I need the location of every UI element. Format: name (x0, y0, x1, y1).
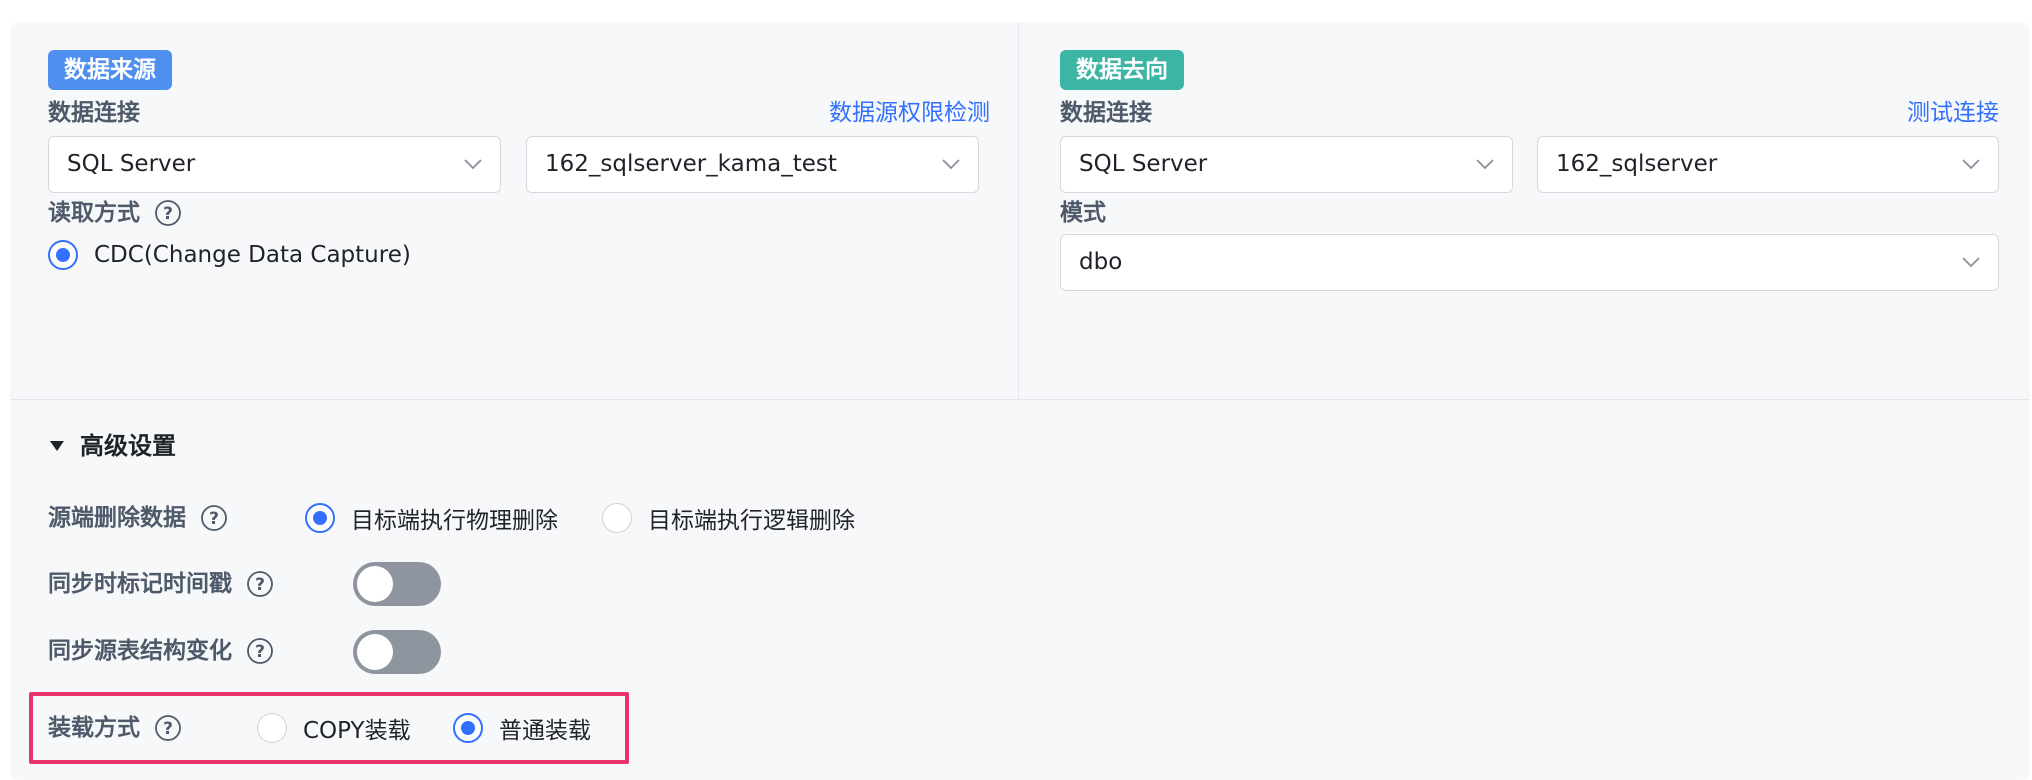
permission-check-link[interactable]: 数据源权限检测 (710, 97, 990, 129)
source-db-type-value: SQL Server (67, 151, 196, 177)
chevron-down-icon (1962, 257, 1980, 268)
schema-change-row: 同步源表结构变化 ? (48, 635, 274, 667)
logical-delete-label: 目标端执行逻辑删除 (648, 508, 855, 534)
svg-text:?: ? (255, 575, 265, 595)
normal-load-radio[interactable]: 普通装载 (453, 711, 591, 745)
svg-text:?: ? (209, 509, 219, 529)
radio-selected-indicator (48, 240, 78, 270)
target-db-instance-value: 162_sqlserver (1556, 151, 1718, 177)
help-icon[interactable]: ? (246, 570, 274, 598)
source-target-section: 数据来源 数据连接 数据源权限检测 SQL Server 162_sqlserv… (10, 22, 2030, 400)
target-connection-label: 数据连接 (1060, 100, 1152, 126)
delete-data-row: 源端删除数据 ? (48, 502, 228, 534)
schema-change-toggle[interactable] (353, 630, 441, 674)
schema-select[interactable]: dbo (1060, 234, 1999, 291)
copy-load-label: COPY装载 (303, 718, 411, 744)
source-connection-label: 数据连接 (48, 100, 140, 126)
vertical-divider (1018, 22, 1019, 400)
copy-load-radio[interactable]: COPY装载 (257, 711, 411, 745)
chevron-down-icon (1476, 159, 1494, 170)
normal-load-label: 普通装载 (499, 718, 591, 744)
read-mode-option-label: CDC(Change Data Capture) (94, 242, 411, 268)
help-icon[interactable]: ? (246, 637, 274, 665)
timestamp-toggle[interactable] (353, 562, 441, 606)
svg-text:?: ? (255, 642, 265, 662)
target-db-type-select[interactable]: SQL Server (1060, 136, 1513, 193)
radio-selected-indicator (305, 503, 335, 533)
schema-label: 模式 (1060, 200, 1106, 226)
target-db-instance-select[interactable]: 162_sqlserver (1537, 136, 1999, 193)
source-db-instance-select[interactable]: 162_sqlserver_kama_test (526, 136, 979, 193)
svg-text:?: ? (163, 204, 173, 224)
physical-delete-label: 目标端执行物理删除 (351, 508, 558, 534)
load-mode-label: 装载方式 (48, 715, 140, 741)
chevron-down-icon (942, 159, 960, 170)
help-icon[interactable]: ? (154, 714, 182, 742)
source-db-instance-value: 162_sqlserver_kama_test (545, 151, 837, 177)
read-mode-label: 读取方式 (48, 200, 140, 226)
target-tag: 数据去向 (1060, 50, 1184, 90)
help-icon[interactable]: ? (200, 504, 228, 532)
physical-delete-radio[interactable]: 目标端执行物理删除 (305, 501, 558, 535)
timestamp-row: 同步时标记时间戳 ? (48, 568, 274, 600)
source-tag: 数据来源 (48, 50, 172, 90)
read-mode-row: 读取方式 ? (48, 197, 182, 229)
svg-text:?: ? (163, 719, 173, 739)
advanced-settings-title: 高级设置 (80, 432, 176, 460)
delete-data-label: 源端删除数据 (48, 505, 186, 531)
read-mode-cdc-radio[interactable]: CDC(Change Data Capture) (48, 238, 411, 272)
caret-down-icon (50, 441, 64, 451)
test-connection-link[interactable]: 测试连接 (1810, 97, 1999, 129)
radio-selected-indicator (453, 713, 483, 743)
schema-value: dbo (1079, 249, 1123, 275)
schema-change-label: 同步源表结构变化 (48, 638, 232, 664)
logical-delete-radio[interactable]: 目标端执行逻辑删除 (602, 501, 855, 535)
help-icon[interactable]: ? (154, 199, 182, 227)
timestamp-label: 同步时标记时间戳 (48, 571, 232, 597)
chevron-down-icon (1962, 159, 1980, 170)
chevron-down-icon (464, 159, 482, 170)
load-mode-row: 装载方式 ? (48, 712, 182, 744)
sync-config-panel: 数据来源 数据连接 数据源权限检测 SQL Server 162_sqlserv… (10, 22, 2030, 780)
radio-unselected-indicator (602, 503, 632, 533)
source-db-type-select[interactable]: SQL Server (48, 136, 501, 193)
target-db-type-value: SQL Server (1079, 151, 1208, 177)
radio-unselected-indicator (257, 713, 287, 743)
